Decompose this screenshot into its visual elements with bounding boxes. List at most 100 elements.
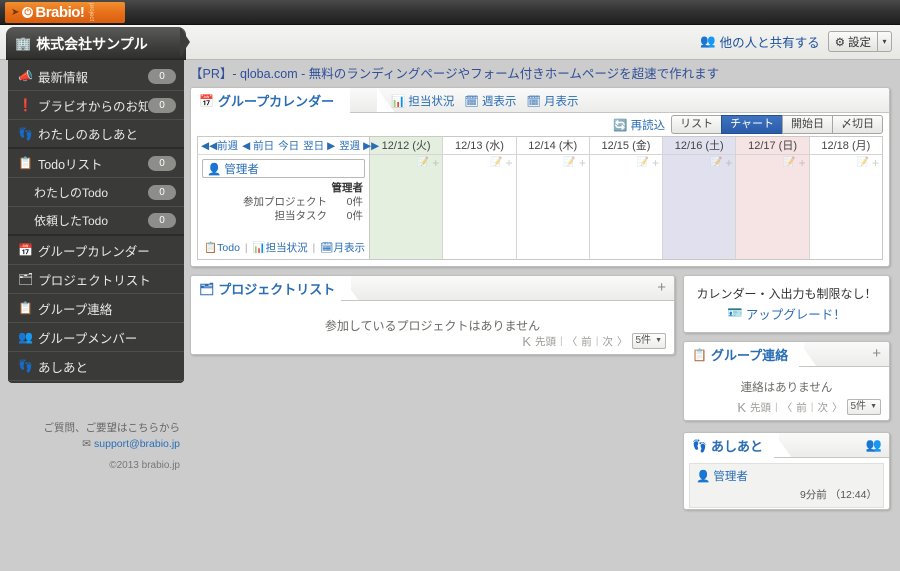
- sidebar-item-0[interactable]: 📣 最新情報 0: [8, 62, 184, 91]
- calendar-day-column-2: 12/14 (木) 📝 +: [516, 137, 590, 259]
- calendar-day-cell[interactable]: 📝 +: [736, 155, 809, 259]
- share-button[interactable]: 👥 他の人と共有する: [700, 32, 820, 51]
- calendar-tab-1[interactable]: 🗓 週表示: [464, 93, 516, 109]
- calendar-day-cell[interactable]: 📝 +: [516, 155, 589, 259]
- footprint-user[interactable]: 👤 管理者: [696, 468, 877, 484]
- calendar-left-link-0[interactable]: 📋Todo: [204, 242, 240, 254]
- sidebar-item-10[interactable]: 👣 あしあと: [8, 352, 184, 381]
- calendar-day-cell[interactable]: 📝 +: [370, 155, 443, 259]
- sidebar-item-7[interactable]: 🗂 プロジェクトリスト: [8, 265, 184, 294]
- add-task-icon[interactable]: +: [432, 157, 439, 169]
- building-icon: 🏢: [15, 35, 32, 51]
- add-todo-icon[interactable]: 📝: [857, 157, 869, 168]
- project-pager: K 先頭 | 〈 前 | 次 〉 5件 ▼: [522, 333, 666, 349]
- calendar-day-cell[interactable]: 📝 +: [589, 155, 663, 259]
- calendar-left-link-1[interactable]: 📊担当状況: [253, 242, 308, 254]
- sidebar-item-2[interactable]: 👣 わたしのあしあと: [8, 120, 184, 149]
- add-todo-icon[interactable]: 📝: [490, 157, 502, 168]
- upgrade-link[interactable]: 🪪 アップグレード！: [727, 304, 846, 323]
- first-page-icon[interactable]: K: [737, 400, 746, 415]
- next-page-icon[interactable]: 〉: [832, 400, 843, 415]
- calendar-nav-0[interactable]: ◀◀前週: [201, 138, 238, 153]
- share-label: 他の人と共有する: [719, 36, 820, 50]
- next-page-label[interactable]: 次: [818, 400, 829, 415]
- add-task-icon[interactable]: +: [652, 157, 659, 169]
- company-tab[interactable]: 🏢 株式会社サンプル: [6, 27, 186, 60]
- calendar-cell-actions: 📝 +: [637, 157, 659, 169]
- reload-button[interactable]: 🔄 再読込: [613, 117, 665, 133]
- bar-chart-icon: 📊: [252, 242, 266, 254]
- calendar-mode-1[interactable]: チャート: [721, 115, 782, 134]
- calendar-cell-actions: 📝 +: [857, 157, 879, 169]
- gear-icon: ⚙: [834, 36, 845, 49]
- add-task-icon[interactable]: +: [579, 157, 586, 169]
- first-page-label[interactable]: 先頭: [535, 334, 556, 349]
- add-task-icon[interactable]: +: [872, 157, 879, 169]
- pager-divider: |: [595, 335, 599, 347]
- first-page-icon[interactable]: K: [522, 334, 531, 349]
- settings-button[interactable]: ⚙ 設定: [827, 31, 877, 52]
- add-todo-icon[interactable]: 📝: [783, 157, 795, 168]
- calendar-mode-2[interactable]: 開始日: [782, 115, 832, 134]
- logo-arrow-icon: ➤: [11, 7, 20, 18]
- prev-page-label[interactable]: 前: [796, 400, 807, 415]
- members-icon[interactable]: 👥: [866, 437, 882, 453]
- calendar-day-header: 12/15 (金): [589, 137, 663, 155]
- stat-row-1: 担当タスク 0件: [198, 209, 364, 223]
- calendar-day-cell[interactable]: 📝 +: [443, 155, 516, 259]
- calendar-user-chip[interactable]: 👤 管理者: [202, 159, 365, 178]
- support-email-link[interactable]: support@brabio.jp: [94, 438, 180, 450]
- brabio-logo[interactable]: ➤ ⏻ Brabio ! project: [5, 2, 125, 23]
- upgrade-headline: カレンダー・入出力も制限なし！: [696, 287, 877, 301]
- next-page-icon[interactable]: 〉: [617, 334, 628, 349]
- sidebar-item-label: わたしのTodo: [34, 185, 109, 200]
- calendar-day-cell[interactable]: 📝 +: [663, 155, 736, 259]
- sidebar-item-1[interactable]: ❗ ブラビオからのお知らせ0: [8, 91, 184, 120]
- sidebar-item-6[interactable]: 📅 グループカレンダー: [8, 236, 184, 265]
- page-size-select[interactable]: 5件 ▼: [846, 399, 881, 415]
- logo-bang: !: [79, 4, 85, 21]
- add-task-icon[interactable]: +: [506, 157, 513, 169]
- calendar-day-cell[interactable]: 📝 +: [809, 155, 882, 259]
- calendar-icon: 📅: [199, 93, 214, 108]
- sidebar-item-9[interactable]: 👥 グループメンバー: [8, 323, 184, 352]
- calendar-left-link-2[interactable]: 🗓月表示: [320, 242, 365, 254]
- prev-page-icon[interactable]: 〈: [782, 400, 793, 415]
- month-view-icon: 🗓: [526, 95, 542, 108]
- calendar-cell-actions: 📝 +: [417, 157, 439, 169]
- footprint-icon: 👣: [692, 438, 707, 453]
- calendar-view-tabs: 📊 担当状況 🗓 週表示 🗓 月表示: [391, 88, 579, 113]
- calendar-nav-3[interactable]: 翌日 ▶: [303, 138, 335, 153]
- add-contact-button[interactable]: +: [872, 345, 881, 363]
- page-size-select[interactable]: 5件 ▼: [631, 333, 666, 349]
- sidebar-item-label: Todoリスト: [37, 157, 103, 172]
- first-page-label[interactable]: 先頭: [750, 400, 771, 415]
- add-todo-icon[interactable]: 📝: [710, 157, 722, 168]
- calendar-mode-3[interactable]: 〆切日: [832, 115, 883, 134]
- upgrade-promo-box[interactable]: カレンダー・入出力も制限なし！ 🪪 アップグレード！: [683, 275, 890, 333]
- calendar-panel-header: 📅 グループカレンダー 📊 担当状況 🗓 週表示 🗓 月表示: [191, 88, 889, 113]
- add-project-button[interactable]: +: [657, 279, 666, 297]
- add-task-icon[interactable]: +: [725, 157, 732, 169]
- calendar-mode-0[interactable]: リスト: [671, 115, 722, 134]
- add-todo-icon[interactable]: 📝: [637, 157, 649, 168]
- add-todo-icon[interactable]: 📝: [417, 157, 429, 168]
- add-todo-icon[interactable]: 📝: [563, 157, 575, 168]
- pager-divider: |: [810, 401, 814, 413]
- calendar-tab-2[interactable]: 🗓 月表示: [526, 93, 578, 109]
- sidebar-item-8[interactable]: 📋 グループ連絡: [8, 294, 184, 323]
- add-task-icon[interactable]: +: [799, 157, 806, 169]
- prev-page-icon[interactable]: 〈: [567, 334, 578, 349]
- next-page-label[interactable]: 次: [603, 334, 614, 349]
- pr-banner[interactable]: 【PR】- qloba.com - 無料のランディングページやフォーム付きホーム…: [190, 63, 890, 82]
- prev-page-label[interactable]: 前: [581, 334, 592, 349]
- sidebar-item-5[interactable]: 依頼したTodo 0: [8, 207, 184, 236]
- calendar-nav-2[interactable]: 今日: [278, 138, 299, 153]
- settings-dropdown-button[interactable]: ▾: [877, 31, 892, 52]
- calendar-nav-1[interactable]: ◀ 前日: [242, 138, 274, 153]
- sidebar-item-4[interactable]: わたしのTodo 0: [8, 178, 184, 207]
- calendar-nav-4[interactable]: 翌週 ▶▶: [339, 138, 379, 153]
- calendar-tab-0[interactable]: 📊 担当状況: [391, 93, 454, 109]
- copyright: ©2013 brabio.jp: [109, 460, 180, 471]
- sidebar-item-3[interactable]: 📋 Todoリスト 0: [8, 149, 184, 178]
